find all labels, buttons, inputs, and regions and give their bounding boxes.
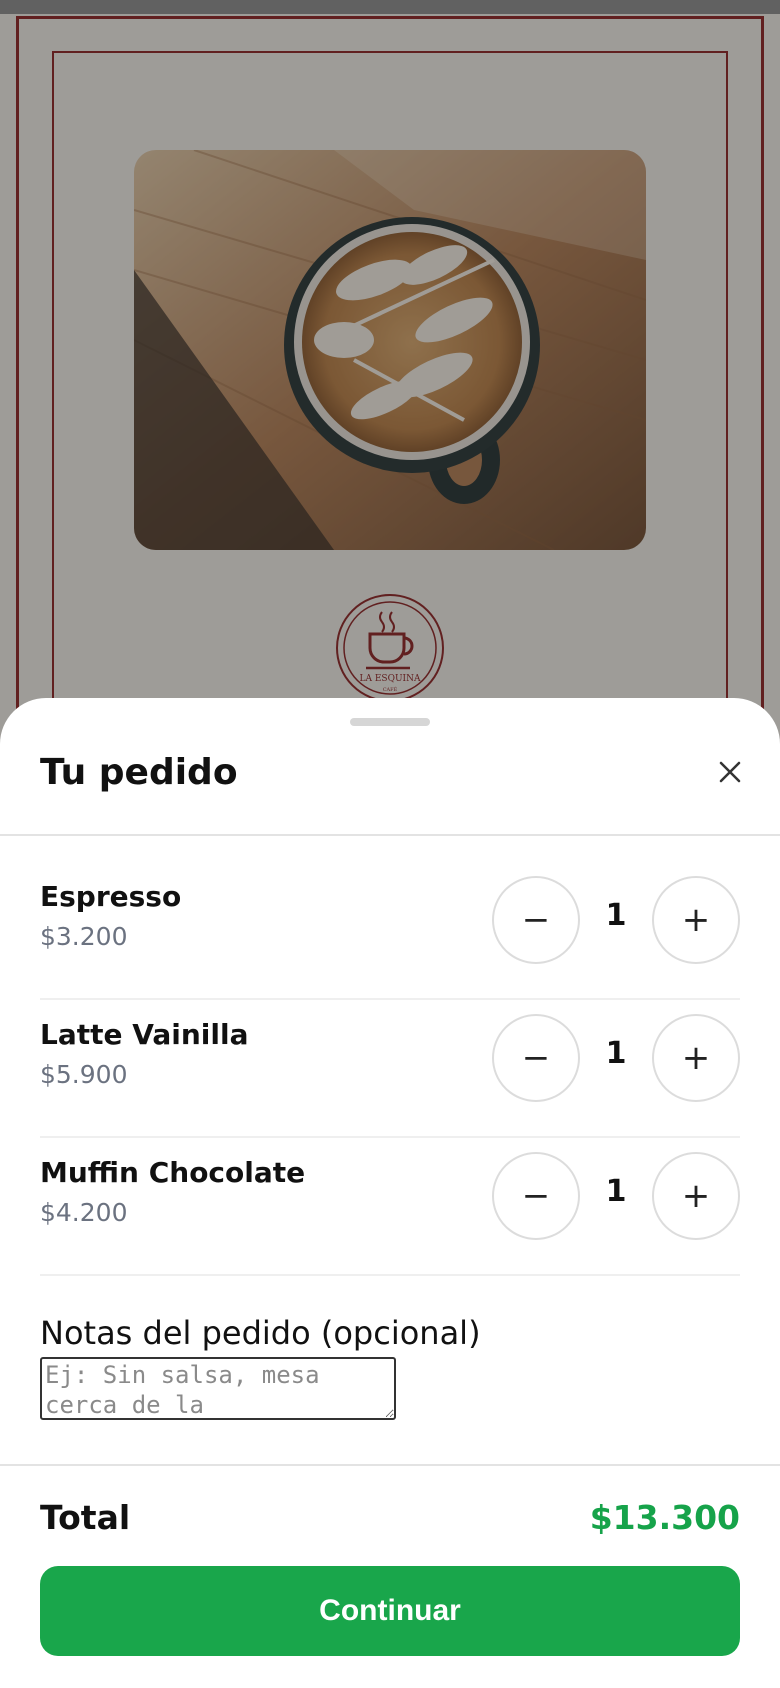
sheet-drag-handle[interactable] — [350, 718, 430, 726]
notes-label: Notas del pedido (opcional) — [40, 1314, 481, 1352]
divider — [0, 1464, 780, 1466]
divider — [0, 834, 780, 836]
item-price: $4.200 — [40, 1198, 128, 1227]
order-item-muffin-chocolate: Muffin Chocolate $4.200 − 1 + — [40, 1138, 740, 1276]
order-item-latte-vainilla: Latte Vainilla $5.900 − 1 + — [40, 1000, 740, 1138]
total-label: Total — [40, 1498, 131, 1537]
increase-quantity-button[interactable]: + — [652, 1152, 740, 1240]
increase-quantity-button[interactable]: + — [652, 1014, 740, 1102]
close-icon — [719, 761, 741, 783]
close-button[interactable] — [712, 754, 748, 790]
item-divider — [40, 1274, 740, 1276]
continue-button[interactable]: Continuar — [40, 1566, 740, 1656]
item-name: Espresso — [40, 880, 182, 913]
order-notes-textarea[interactable] — [40, 1357, 396, 1420]
item-name: Muffin Chocolate — [40, 1156, 306, 1189]
order-bottom-sheet: Tu pedido Espresso $3.200 − 1 + Latte Va… — [0, 698, 780, 1688]
order-item-espresso: Espresso $3.200 − 1 + — [40, 862, 740, 1000]
item-quantity: 1 — [605, 1174, 627, 1209]
decrease-quantity-button[interactable]: − — [492, 1152, 580, 1240]
decrease-quantity-button[interactable]: − — [492, 876, 580, 964]
item-quantity: 1 — [605, 898, 627, 933]
item-price: $3.200 — [40, 922, 128, 951]
item-name: Latte Vainilla — [40, 1018, 249, 1051]
increase-quantity-button[interactable]: + — [652, 876, 740, 964]
item-quantity: 1 — [605, 1036, 627, 1071]
total-amount: $13.300 — [589, 1498, 740, 1537]
sheet-title: Tu pedido — [40, 752, 238, 793]
item-price: $5.900 — [40, 1060, 128, 1089]
decrease-quantity-button[interactable]: − — [492, 1014, 580, 1102]
